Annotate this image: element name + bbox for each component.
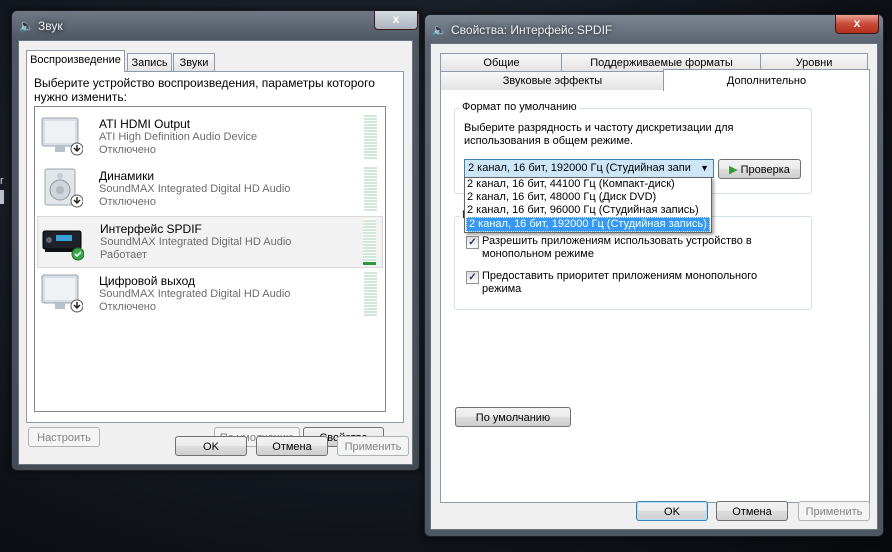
test-button[interactable]: ▶ Проверка <box>718 159 801 179</box>
desktop-icon-fragment <box>0 190 4 204</box>
sound-window-titlebar[interactable]: 🔈 Звук x <box>12 11 419 39</box>
close-icon: x <box>853 16 861 30</box>
sound-window-title: Звук <box>38 19 63 33</box>
sound-window-client: Воспроизведение Запись Звуки Выберите ус… <box>18 40 413 465</box>
allow-exclusive-label[interactable]: Разрешить приложениям использовать устро… <box>482 235 782 261</box>
level-meter <box>363 219 376 265</box>
playback-pane: Выберите устройство воспроизведения, пар… <box>26 71 404 447</box>
device-description: SoundMAX Integrated Digital HD Audio <box>99 183 291 195</box>
speaker-device-icon <box>41 168 84 208</box>
restore-defaults-button[interactable]: По умолчанию <box>455 407 571 427</box>
device-status: Отключено <box>99 144 156 156</box>
properties-cancel-button[interactable]: Отмена <box>716 501 788 521</box>
format-select[interactable]: 2 канал, 16 бит, 192000 Гц (Студийная за… <box>464 159 714 178</box>
default-format-label: Формат по умолчанию <box>460 101 579 113</box>
play-icon: ▶ <box>729 164 738 176</box>
format-dropdown-list[interactable]: 2 канал, 16 бит, 44100 Гц (Компакт-диск)… <box>464 177 712 233</box>
device-item[interactable]: Динамики SoundMAX Integrated Digital HD … <box>37 164 383 214</box>
properties-window-titlebar[interactable]: 🔈 Свойства: Интерфейс SPDIF x <box>425 15 883 43</box>
properties-close-button[interactable]: x <box>835 15 879 34</box>
level-meter <box>364 271 377 317</box>
tab-advanced[interactable]: Дополнительно <box>663 69 870 91</box>
format-option[interactable]: 2 канал, 16 бит, 96000 Гц (Студийная зап… <box>465 204 711 217</box>
format-option-selected[interactable]: 2 канал, 16 бит, 192000 Гц (Студийная за… <box>466 217 710 232</box>
advanced-pane: Формат по умолчанию Выберите разрядность… <box>440 90 870 503</box>
priority-exclusive-checkbox[interactable]: ✓ <box>466 271 479 284</box>
device-status: Работает <box>100 249 148 261</box>
device-item[interactable]: ATI HDMI Output ATI High Definition Audi… <box>37 112 383 162</box>
device-description: SoundMAX Integrated Digital HD Audio <box>99 288 291 300</box>
speaker-icon: 🔈 <box>432 23 447 37</box>
monitor-speaker-icon <box>41 116 84 156</box>
device-status: Отключено <box>99 301 156 313</box>
tab-sounds[interactable]: Звуки <box>173 53 215 72</box>
device-description: ATI High Definition Audio Device <box>99 131 258 143</box>
configure-button[interactable]: Настроить <box>28 427 100 447</box>
tab-recording[interactable]: Запись <box>127 53 172 72</box>
device-item-selected[interactable]: Интерфейс SPDIF SoundMAX Integrated Digi… <box>37 216 383 268</box>
device-name: Динамики <box>99 169 155 183</box>
sound-close-button[interactable]: x <box>374 11 418 30</box>
format-option[interactable]: 2 канал, 16 бит, 44100 Гц (Компакт-диск) <box>465 178 711 191</box>
priority-exclusive-label[interactable]: Предоставить приоритет приложениям моноп… <box>482 270 798 296</box>
sound-cancel-button[interactable]: Отмена <box>256 436 328 456</box>
properties-apply-button[interactable]: Применить <box>798 501 870 521</box>
playback-instruction: Выберите устройство воспроизведения, пар… <box>34 76 375 104</box>
default-format-description: Выберите разрядность и частоту дискретиз… <box>464 122 734 147</box>
sound-ok-button[interactable]: OK <box>175 436 247 456</box>
properties-ok-button[interactable]: OK <box>636 501 708 521</box>
monitor-speaker-icon <box>41 273 84 313</box>
chevron-down-icon: ▼ <box>700 163 709 173</box>
tab-sound-effects[interactable]: Звуковые эффекты <box>440 71 665 90</box>
properties-window-client: Общие Поддерживаемые форматы Уровни Звук… <box>430 43 878 530</box>
sound-window: 🔈 Звук x Воспроизведение Запись Звуки Вы… <box>11 10 420 471</box>
tab-playback[interactable]: Воспроизведение <box>26 50 125 72</box>
format-option[interactable]: 2 канал, 16 бит, 48000 Гц (Диск DVD) <box>465 191 711 204</box>
level-meter <box>364 166 377 212</box>
tab-general[interactable]: Общие <box>440 53 563 72</box>
desktop-partial-text: r <box>0 175 4 187</box>
device-name: ATI HDMI Output <box>99 117 191 131</box>
device-name: Интерфейс SPDIF <box>100 222 202 236</box>
device-item[interactable]: Цифровой выход SoundMAX Integrated Digit… <box>37 269 383 319</box>
properties-window: 🔈 Свойства: Интерфейс SPDIF x Общие Подд… <box>424 14 884 537</box>
device-status: Отключено <box>99 196 156 208</box>
allow-exclusive-checkbox[interactable]: ✓ <box>466 236 479 249</box>
device-name: Цифровой выход <box>99 274 196 288</box>
device-description: SoundMAX Integrated Digital HD Audio <box>100 236 292 248</box>
spdif-receiver-icon <box>42 221 85 261</box>
speaker-icon: 🔈 <box>19 19 34 33</box>
device-list[interactable]: ATI HDMI Output ATI High Definition Audi… <box>34 106 386 412</box>
properties-window-title: Свойства: Интерфейс SPDIF <box>451 23 613 37</box>
level-meter <box>364 114 377 160</box>
sound-apply-button[interactable]: Применить <box>337 436 409 456</box>
close-icon: x <box>392 12 400 26</box>
